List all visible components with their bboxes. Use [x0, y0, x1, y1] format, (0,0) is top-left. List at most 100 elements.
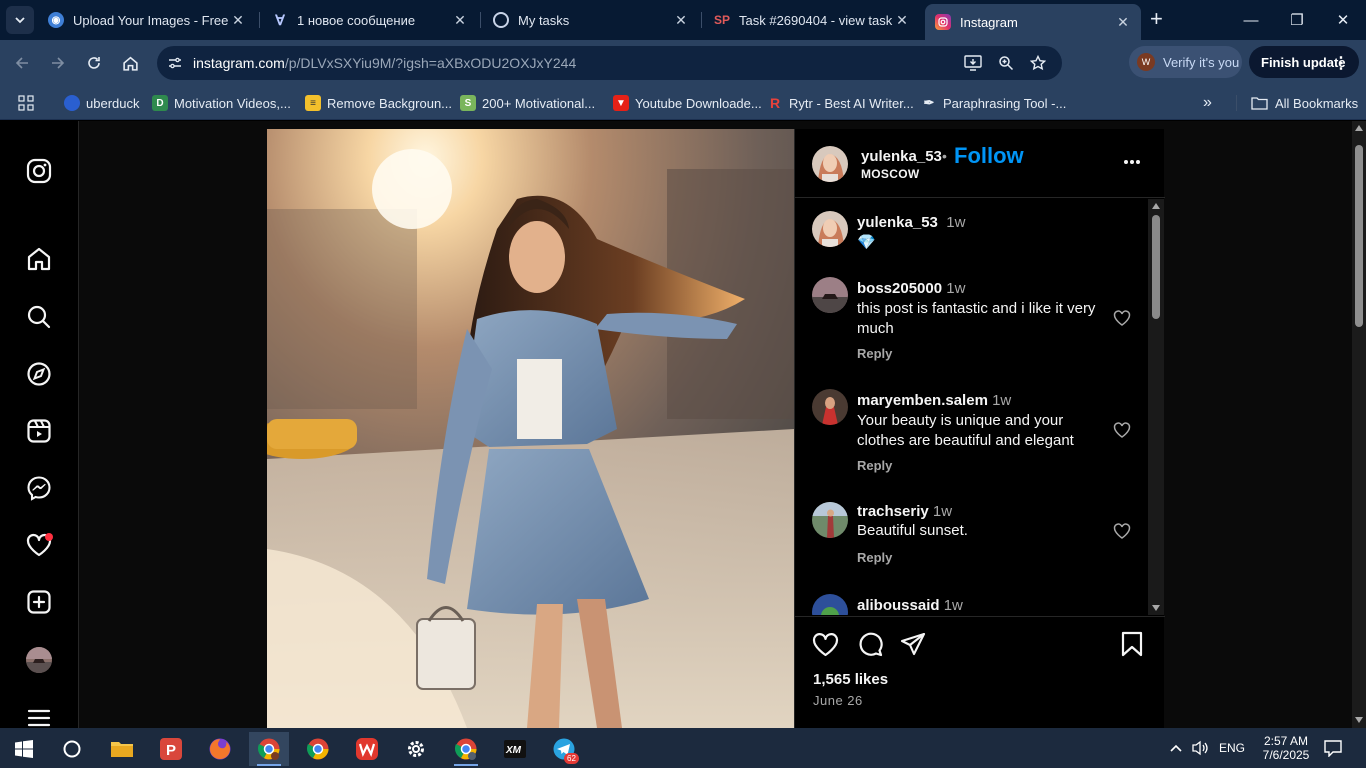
profile-verify-button[interactable]: W Verify it's you: [1129, 46, 1242, 78]
commenter-avatar[interactable]: [812, 502, 848, 538]
commenter-avatar[interactable]: [812, 594, 848, 615]
reply-button[interactable]: Reply: [857, 458, 892, 473]
comments-scrollbar[interactable]: [1148, 199, 1164, 615]
commenter-avatar[interactable]: [812, 389, 848, 425]
home-icon[interactable]: [23, 243, 55, 275]
post-photo[interactable]: [267, 129, 794, 728]
tab-search-button[interactable]: [6, 6, 34, 34]
comments-list[interactable]: yulenka_53 1w 💎 boss205000 1w this post …: [795, 199, 1148, 615]
tab-my-tasks[interactable]: My tasks ✕: [483, 4, 699, 36]
apps-button[interactable]: [18, 93, 34, 113]
xm-trading-button[interactable]: XM: [495, 732, 535, 766]
scroll-up-arrow-icon[interactable]: [1355, 125, 1363, 131]
zoom-icon[interactable]: [996, 53, 1016, 73]
chrome-other-profile-button[interactable]: [446, 732, 486, 766]
notifications-heart-icon[interactable]: [23, 529, 55, 561]
bookmark-item[interactable]: R Rytr - Best AI Writer...: [767, 93, 914, 113]
scroll-down-arrow-icon[interactable]: [1355, 717, 1363, 723]
explore-compass-icon[interactable]: [23, 358, 55, 390]
reload-button[interactable]: [81, 50, 107, 76]
like-comment-heart-icon[interactable]: [1113, 309, 1131, 327]
tab-task-view[interactable]: SP Task #2690404 - view task ✕: [704, 4, 920, 36]
follow-button[interactable]: Follow: [954, 143, 1024, 169]
chrome-profile-button[interactable]: [249, 732, 289, 766]
like-button[interactable]: [810, 629, 840, 659]
comment-time[interactable]: 1w: [933, 503, 952, 520]
bookmark-item[interactable]: uberduck: [64, 93, 139, 113]
page-scroll-thumb[interactable]: [1355, 145, 1363, 327]
commenter-avatar[interactable]: [812, 277, 848, 313]
reels-icon[interactable]: [23, 415, 55, 447]
comment-time[interactable]: 1w: [946, 214, 965, 231]
volume-button[interactable]: [1191, 728, 1209, 768]
all-bookmarks-button[interactable]: All Bookmarks: [1251, 93, 1358, 113]
reply-button[interactable]: Reply: [857, 550, 892, 565]
comment-username[interactable]: maryemben.salem: [857, 392, 988, 409]
tray-overflow-button[interactable]: [1169, 728, 1183, 768]
create-post-icon[interactable]: [23, 586, 55, 618]
close-icon[interactable]: ✕: [673, 12, 689, 29]
save-button[interactable]: [1117, 629, 1147, 659]
comment-button[interactable]: [855, 629, 885, 659]
tab-upload-images[interactable]: ◉ Upload Your Images - Free I ✕: [38, 4, 256, 36]
reply-button[interactable]: Reply: [857, 346, 892, 361]
window-close-button[interactable]: ✕: [1320, 0, 1366, 40]
new-tab-button[interactable]: +: [1150, 8, 1163, 30]
more-options-icon[interactable]: [1123, 159, 1141, 165]
comment-username[interactable]: yulenka_53: [857, 214, 938, 231]
back-button[interactable]: [9, 50, 35, 76]
close-icon[interactable]: ✕: [1115, 14, 1131, 31]
bookmark-item[interactable]: S 200+ Motivational...: [460, 93, 595, 113]
wps-office-button[interactable]: [347, 732, 387, 766]
profile-avatar-icon[interactable]: [23, 644, 55, 676]
bookmark-item[interactable]: ≡ Remove Backgroun...: [305, 93, 452, 113]
comment-username[interactable]: trachseriy: [857, 503, 929, 520]
file-explorer-button[interactable]: [102, 732, 142, 766]
close-icon[interactable]: ✕: [230, 12, 246, 29]
author-avatar[interactable]: [812, 146, 848, 182]
scroll-up-arrow-icon[interactable]: [1152, 203, 1160, 209]
finish-update-button[interactable]: Finish update ⋮: [1249, 46, 1359, 78]
post-date[interactable]: June 26: [813, 693, 863, 708]
clock-button[interactable]: 2:57 AM 7/6/2025: [1256, 728, 1316, 768]
page-scrollbar[interactable]: [1352, 121, 1366, 728]
comment-time[interactable]: 1w: [944, 597, 963, 614]
messenger-icon[interactable]: [23, 472, 55, 504]
tab-new-message[interactable]: ∀ 1 новое сообщение ✕: [262, 4, 478, 36]
likes-count[interactable]: 1,565 likes: [813, 671, 888, 688]
settings-button[interactable]: [396, 732, 436, 766]
tab-instagram[interactable]: Instagram ✕: [925, 4, 1141, 40]
like-comment-heart-icon[interactable]: [1113, 522, 1131, 540]
site-info-icon[interactable]: [165, 53, 185, 73]
bookmark-star-icon[interactable]: [1028, 53, 1048, 73]
address-bar[interactable]: instagram.com/p/DLVxSXYiu9M/?igsh=aXBxOD…: [157, 46, 1062, 80]
bookmarks-overflow-button[interactable]: »: [1203, 93, 1212, 113]
start-button[interactable]: [4, 732, 44, 766]
restore-button[interactable]: ❐: [1274, 0, 1320, 40]
bookmark-item[interactable]: ✒ Paraphrasing Tool -...: [921, 93, 1067, 113]
search-button[interactable]: [52, 732, 92, 766]
share-button[interactable]: [898, 629, 928, 659]
instagram-logo-icon[interactable]: [23, 155, 55, 187]
comment-username[interactable]: aliboussaid: [857, 597, 940, 614]
search-icon[interactable]: [23, 301, 55, 333]
comment-time[interactable]: 1w: [992, 392, 1011, 409]
author-username[interactable]: yulenka_53: [861, 148, 942, 165]
telegram-button[interactable]: 62: [544, 732, 584, 766]
bookmark-item[interactable]: ▼ Youtube Downloade...: [613, 93, 762, 113]
url-text[interactable]: instagram.com/p/DLVxSXYiu9M/?igsh=aXBxOD…: [193, 55, 576, 71]
action-center-button[interactable]: [1324, 728, 1342, 768]
firefox-button[interactable]: [200, 732, 240, 766]
home-button[interactable]: [117, 50, 143, 76]
wps-presentation-button[interactable]: P: [151, 732, 191, 766]
minimize-button[interactable]: —: [1228, 0, 1274, 40]
chrome-button[interactable]: [298, 732, 338, 766]
comments-scroll-thumb[interactable]: [1152, 215, 1160, 319]
author-avatar[interactable]: [812, 211, 848, 247]
input-language-indicator[interactable]: ENG: [1219, 728, 1245, 768]
install-app-icon[interactable]: [963, 53, 983, 73]
like-comment-heart-icon[interactable]: [1113, 421, 1131, 439]
bookmark-item[interactable]: D Motivation Videos,...: [152, 93, 291, 113]
scroll-down-arrow-icon[interactable]: [1152, 605, 1160, 611]
comment-username[interactable]: boss205000: [857, 280, 942, 297]
